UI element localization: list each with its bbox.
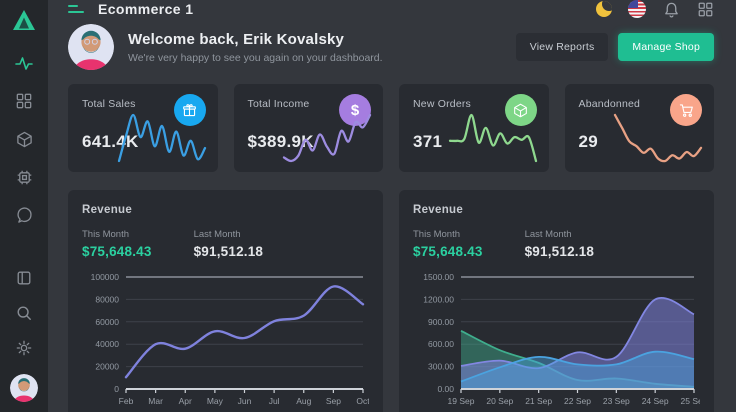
- svg-text:Apr: Apr: [179, 396, 192, 406]
- sparkline-new-orders: [447, 112, 539, 164]
- hamburger-menu-icon[interactable]: [68, 5, 84, 13]
- stat-value: 29: [579, 132, 599, 152]
- search-icon[interactable]: [15, 304, 33, 322]
- svg-text:Jun: Jun: [238, 396, 252, 406]
- svg-text:Jul: Jul: [269, 396, 280, 406]
- stat-card-total-sales: Total Sales 641.4K: [68, 84, 218, 172]
- svg-text:23 Sep: 23 Sep: [603, 396, 630, 406]
- svg-text:100000: 100000: [91, 272, 120, 282]
- svg-text:20000: 20000: [95, 362, 119, 372]
- revenue-panel-monthly: Revenue This Month $75,648.43 Last Month…: [68, 190, 383, 412]
- revenue-line-chart: 0 20000 40000 60000 80000 100000 Feb Mar Apr May J…: [82, 267, 369, 412]
- svg-text:80000: 80000: [95, 294, 119, 304]
- this-month-value: $75,648.43: [413, 244, 483, 259]
- svg-text:600.00: 600.00: [428, 339, 454, 349]
- stat-card-abandonned: Abandonned 29: [565, 84, 715, 172]
- stat-cards-row: Total Sales 641.4K Total Income $ $389.9…: [68, 84, 714, 172]
- user-avatar: [68, 24, 114, 70]
- last-month-value: $91,512.18: [194, 244, 264, 259]
- svg-text:300.00: 300.00: [428, 362, 454, 372]
- app-root: Ecommerce 1 Welcome back, Erik Kovalsky …: [0, 0, 736, 412]
- topbar-icons: [596, 0, 714, 18]
- this-month-value: $75,648.43: [82, 244, 152, 259]
- welcome-text: Welcome back, Erik Kovalsky We're very h…: [128, 31, 383, 64]
- stat-card-total-income: Total Income $ $389.9K: [234, 84, 384, 172]
- view-reports-button[interactable]: View Reports: [516, 33, 609, 61]
- dashboard-grid-icon[interactable]: [15, 92, 33, 110]
- svg-text:40000: 40000: [95, 339, 119, 349]
- stat-label: New Orders: [413, 98, 471, 110]
- svg-text:Oct: Oct: [356, 396, 369, 406]
- welcome-subtitle: We're very happy to see you again on you…: [128, 52, 383, 64]
- panel-stats: This Month $75,648.43 Last Month $91,512…: [413, 229, 700, 259]
- last-month-value: $91,512.18: [525, 244, 595, 259]
- app-logo-icon[interactable]: [11, 8, 37, 32]
- settings-gear-icon[interactable]: [15, 339, 33, 357]
- us-flag-icon[interactable]: [628, 0, 646, 18]
- profile-avatar[interactable]: [10, 374, 38, 402]
- activity-icon[interactable]: [15, 54, 33, 72]
- this-month-label: This Month: [82, 229, 152, 240]
- stat-value: 371: [413, 132, 442, 152]
- stat-label: Abandonned: [579, 98, 641, 110]
- sparkline-total-income: [281, 112, 373, 164]
- welcome-banner: Welcome back, Erik Kovalsky We're very h…: [68, 24, 714, 70]
- moon-icon[interactable]: [596, 1, 612, 17]
- system-cpu-icon[interactable]: [15, 168, 33, 186]
- panel-title: Revenue: [413, 204, 700, 216]
- bell-icon[interactable]: [662, 0, 680, 18]
- manage-shop-button[interactable]: Manage Shop: [618, 33, 714, 61]
- svg-text:1200.00: 1200.00: [423, 294, 454, 304]
- sidebar-nav-bottom: [10, 269, 38, 402]
- messages-chat-icon[interactable]: [15, 206, 33, 224]
- last-month-label: Last Month: [525, 229, 595, 240]
- sparkline-total-sales: [116, 112, 208, 164]
- panel-stats: This Month $75,648.43 Last Month $91,512…: [82, 229, 369, 259]
- stat-label: Total Income: [248, 98, 310, 110]
- svg-text:60000: 60000: [95, 317, 119, 327]
- svg-text:0: 0: [114, 384, 119, 394]
- panel-title: Revenue: [82, 204, 369, 216]
- products-package-icon[interactable]: [15, 130, 33, 148]
- svg-text:24 Sep: 24 Sep: [642, 396, 669, 406]
- sidebar: [0, 0, 48, 412]
- svg-text:Sep: Sep: [326, 396, 341, 406]
- svg-text:0.00: 0.00: [437, 384, 454, 394]
- this-month-label: This Month: [413, 229, 483, 240]
- layout-columns-icon[interactable]: [15, 269, 33, 287]
- revenue-panels-row: Revenue This Month $75,648.43 Last Month…: [68, 190, 714, 412]
- sidebar-nav: [15, 54, 33, 224]
- svg-text:25 Sep: 25 Sep: [681, 396, 700, 406]
- svg-text:May: May: [207, 396, 224, 406]
- svg-text:Feb: Feb: [119, 396, 134, 406]
- banner-actions: View Reports Manage Shop: [516, 33, 714, 61]
- topbar: Ecommerce 1: [48, 0, 736, 18]
- revenue-panel-daily: Revenue This Month $75,648.43 Last Month…: [399, 190, 714, 412]
- stat-card-new-orders: New Orders 371: [399, 84, 549, 172]
- svg-text:Mar: Mar: [148, 396, 163, 406]
- sparkline-abandonned: [612, 112, 704, 164]
- svg-text:1500.00: 1500.00: [423, 272, 454, 282]
- main-content: Ecommerce 1 Welcome back, Erik Kovalsky …: [48, 0, 736, 412]
- welcome-title: Welcome back, Erik Kovalsky: [128, 31, 383, 48]
- revenue-area-chart: 0.00 300.00 600.00 900.00 1200.00 1500.00 19 S…: [413, 267, 700, 412]
- apps-grid-icon[interactable]: [696, 0, 714, 18]
- svg-text:22 Sep: 22 Sep: [564, 396, 591, 406]
- svg-text:21 Sep: 21 Sep: [525, 396, 552, 406]
- svg-text:19 Sep: 19 Sep: [448, 396, 475, 406]
- svg-text:900.00: 900.00: [428, 317, 454, 327]
- svg-text:Aug: Aug: [296, 396, 311, 406]
- svg-text:20 Sep: 20 Sep: [486, 396, 513, 406]
- page-title: Ecommerce 1: [98, 1, 193, 17]
- last-month-label: Last Month: [194, 229, 264, 240]
- stat-label: Total Sales: [82, 98, 136, 110]
